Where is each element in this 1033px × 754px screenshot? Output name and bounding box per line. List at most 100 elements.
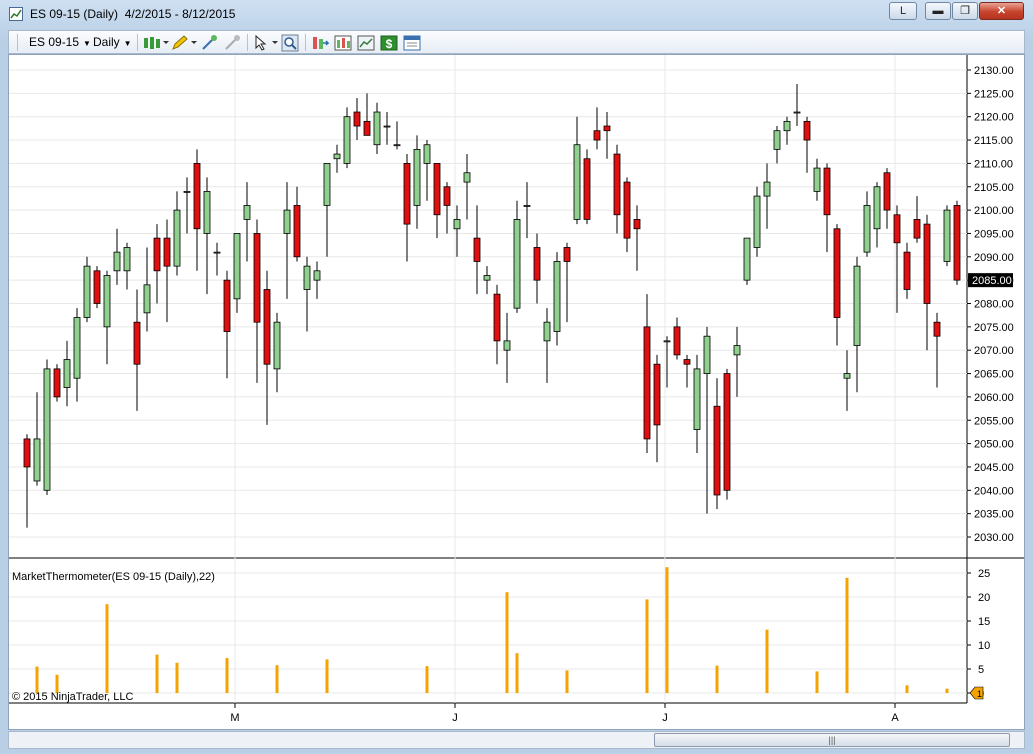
candle-body bbox=[953, 205, 961, 281]
candle-body bbox=[453, 219, 461, 230]
candle-body bbox=[803, 120, 811, 141]
indicator-tick-label: 15 bbox=[978, 616, 990, 628]
indicator-bar bbox=[155, 654, 159, 693]
candle-body bbox=[663, 340, 671, 343]
candle-body bbox=[793, 111, 801, 114]
period-selector[interactable]: Daily ▼ bbox=[93, 34, 132, 51]
candle-body bbox=[323, 163, 331, 206]
chevron-down-icon: ▼ bbox=[83, 39, 91, 48]
indicator-bar bbox=[515, 653, 519, 693]
candle-body bbox=[383, 125, 391, 128]
cursor-arrow-icon bbox=[255, 34, 278, 51]
chart-panel[interactable]: 2130.00 2125.00 2120.00 2115.00 2110.00 2105.… bbox=[8, 54, 1025, 730]
price-tick-label: 2040.00 bbox=[974, 485, 1014, 497]
candle-body bbox=[93, 270, 101, 304]
candle-body bbox=[153, 237, 161, 272]
strategies-button[interactable] bbox=[311, 34, 330, 52]
candle-body bbox=[273, 321, 281, 370]
candle-body bbox=[223, 279, 231, 332]
candle-body bbox=[333, 153, 341, 160]
candle-body bbox=[613, 153, 621, 216]
candle-body bbox=[193, 163, 201, 230]
close-icon: ✕ bbox=[996, 5, 1007, 17]
candle-body bbox=[683, 359, 691, 365]
indicator-tick-label: 20 bbox=[978, 592, 990, 604]
minimize-button[interactable]: ▬ bbox=[925, 2, 951, 20]
candle-body bbox=[103, 275, 111, 328]
indicator-bar bbox=[505, 592, 509, 693]
chart-properties-button[interactable] bbox=[357, 34, 375, 52]
order-entry-button[interactable]: $ bbox=[380, 34, 398, 52]
price-chart[interactable]: 2130.00 2125.00 2120.00 2115.00 2110.00 2105.… bbox=[9, 55, 1024, 729]
price-tick-label: 2110.00 bbox=[974, 158, 1013, 170]
title-bar[interactable]: ES 09-15 (Daily) 4/2/2015 - 8/12/2015 L … bbox=[0, 0, 1033, 28]
horizontal-scrollbar[interactable]: ||| bbox=[8, 731, 1025, 749]
data-series-button[interactable] bbox=[334, 34, 352, 52]
maximize-button[interactable]: ❐ bbox=[952, 2, 978, 20]
indicator-bar bbox=[325, 659, 329, 693]
candle-body bbox=[503, 340, 511, 351]
candle-body bbox=[773, 130, 781, 150]
candle-body bbox=[933, 321, 941, 337]
zoom-button[interactable] bbox=[281, 34, 299, 52]
candle-body bbox=[693, 368, 701, 430]
candle-body bbox=[43, 368, 51, 491]
candle-body bbox=[183, 191, 191, 193]
link-button[interactable]: L bbox=[889, 2, 917, 20]
add-indicator-button[interactable] bbox=[200, 34, 218, 52]
price-tick-label: 2095.00 bbox=[974, 228, 1014, 240]
scrollbar-thumb[interactable]: ||| bbox=[654, 733, 1010, 747]
candle-body bbox=[463, 172, 471, 183]
indicator-bar bbox=[35, 666, 39, 693]
drawing-tool-button[interactable] bbox=[171, 34, 197, 52]
candle-body bbox=[723, 373, 731, 491]
toolbar-separator bbox=[305, 34, 306, 51]
candle-body bbox=[703, 335, 711, 374]
svg-text:$: $ bbox=[386, 37, 393, 51]
remove-indicator-button[interactable] bbox=[223, 34, 241, 52]
minimize-icon: ▬ bbox=[932, 5, 944, 17]
candle-body bbox=[743, 237, 751, 281]
candle-body bbox=[423, 144, 431, 164]
indicator-bar bbox=[645, 599, 649, 693]
toolbar-grip bbox=[17, 34, 18, 51]
candle-body bbox=[443, 186, 451, 206]
candle-body bbox=[163, 237, 171, 267]
chart-toolbar: ES 09-15 ▼ Daily ▼ $ bbox=[8, 30, 1025, 54]
candle-body bbox=[363, 120, 371, 136]
candle-body bbox=[493, 293, 501, 342]
candle-body bbox=[863, 205, 871, 253]
price-tick-label: 2115.00 bbox=[974, 135, 1013, 147]
chevron-down-icon: ▼ bbox=[123, 39, 132, 48]
close-button[interactable]: ✕ bbox=[979, 2, 1024, 20]
chart-style-button[interactable] bbox=[143, 34, 169, 52]
line-chart-icon bbox=[357, 35, 375, 51]
candle-body bbox=[623, 181, 631, 239]
time-tick-label: J bbox=[452, 712, 458, 724]
candle-body bbox=[353, 111, 361, 127]
candle-body bbox=[633, 219, 641, 230]
cursor-mode-button[interactable] bbox=[253, 34, 279, 52]
candle-body bbox=[373, 111, 381, 146]
instrument-selector[interactable]: ES 09-15 ▼ bbox=[29, 34, 91, 51]
candle-body bbox=[893, 214, 901, 244]
indicator-tick-label: 10 bbox=[978, 640, 990, 652]
chart-app-icon bbox=[9, 7, 23, 21]
candle-body bbox=[543, 321, 551, 342]
candle-body bbox=[513, 219, 521, 309]
candle-body bbox=[413, 148, 421, 206]
candle-body bbox=[133, 321, 141, 365]
candle-body bbox=[213, 251, 221, 254]
indicator-bar bbox=[905, 685, 909, 693]
indicator-bar bbox=[225, 657, 229, 693]
candle-body bbox=[573, 144, 581, 220]
indicator-bar bbox=[105, 604, 109, 693]
price-tick-label: 2100.00 bbox=[974, 205, 1014, 217]
candle-body bbox=[73, 317, 81, 379]
time-tick-label: J bbox=[662, 712, 668, 724]
price-tick-label: 2105.00 bbox=[974, 182, 1014, 194]
candle-body bbox=[283, 209, 291, 234]
candle-body bbox=[343, 116, 351, 164]
period-label: Daily bbox=[93, 35, 120, 49]
data-box-button[interactable] bbox=[403, 34, 421, 52]
